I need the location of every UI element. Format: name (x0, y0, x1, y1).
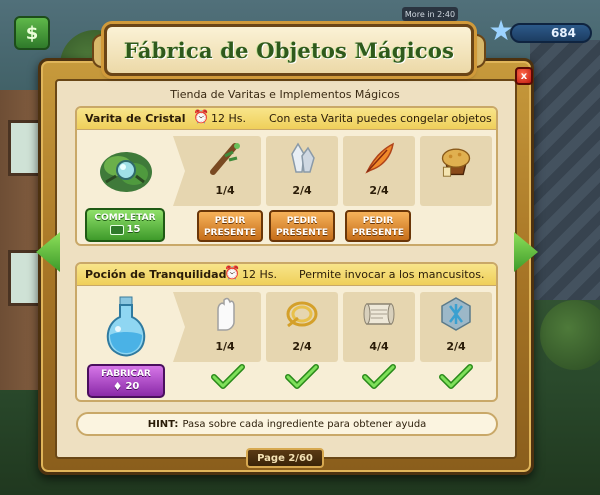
complete-cost: 15 (126, 224, 141, 235)
ingredient-count: 2/4 (292, 184, 312, 197)
recipe-result: FABRICAR ♦ 20 (81, 292, 171, 400)
request-label: PRESENTE (203, 228, 257, 238)
branch-icon (207, 140, 243, 176)
glove-icon (207, 296, 243, 332)
ingredient-slot[interactable]: 1/4 (189, 136, 261, 206)
request-label: PRESENTE (275, 228, 329, 238)
cash-icon (109, 224, 124, 235)
recipe-card-pocion: Poción de Tranquilidad ⏰ 12 Hs. Permite … (75, 262, 498, 402)
potion-icon (96, 296, 156, 357)
ingredient-count: 1/4 (215, 340, 235, 353)
check-icon (211, 364, 245, 390)
scroll-icon (361, 296, 397, 332)
close-button[interactable]: x (515, 67, 533, 85)
dialog-subtitle: Tienda de Varitas e Implementos Mágicos (170, 88, 400, 101)
recipe-header: Poción de Tranquilidad ⏰ 12 Hs. Permite … (77, 264, 496, 286)
request-label: PEDIR (362, 216, 394, 226)
clock-icon: ⏰ (224, 266, 241, 281)
ingredient-slot[interactable]: 2/4 (266, 292, 338, 362)
star-icon: ★ (488, 14, 514, 47)
craft-button[interactable]: FABRICAR ♦ 20 (87, 364, 165, 398)
ingredient-count: 2/4 (369, 184, 389, 197)
ingredient-slot[interactable] (420, 136, 492, 206)
hint-label: HINT: (147, 418, 179, 430)
feather-icon (361, 140, 397, 176)
ingredient-slot[interactable]: 2/4 (420, 292, 492, 362)
page-indicator: Page 2/60 (246, 448, 324, 468)
ingredient-slot[interactable]: 2/4 (343, 136, 415, 206)
title-banner: Fábrica de Objetos Mágicos (104, 24, 474, 76)
request-label: PRESENTE (351, 228, 405, 238)
gem-icon: ♦ (112, 380, 123, 393)
hint-bar: HINT: Pasa sobre cada ingrediente para o… (76, 412, 498, 436)
recipe-header: Varita de Cristal ⏰ 12 Hs. Con esta Vari… (77, 108, 496, 130)
gift-icon[interactable]: $ (14, 16, 50, 50)
complete-button[interactable]: COMPLETAR 15 (85, 208, 165, 242)
rope-icon (284, 296, 320, 332)
ingredient-slot[interactable]: 1/4 (189, 292, 261, 362)
crystal-icon (284, 140, 320, 176)
currency-counter: 684 (510, 23, 592, 43)
request-gift-button[interactable]: PEDIR PRESENTE (345, 210, 411, 242)
dialog-title: Fábrica de Objetos Mágicos (123, 37, 455, 63)
recipe-name: Poción de Tranquilidad (85, 268, 227, 281)
timer-label: More in 2:40 (402, 7, 458, 21)
request-label: PEDIR (214, 216, 246, 226)
recipe-time: 12 Hs. (211, 112, 246, 125)
recipe-name: Varita de Cristal (85, 112, 186, 125)
craft-cost: 20 (125, 381, 140, 392)
hint-text: Pasa sobre cada ingrediente para obtener… (182, 418, 427, 430)
check-icon (285, 364, 319, 390)
recipe-card-varita: Varita de Cristal ⏰ 12 Hs. Con esta Vari… (75, 106, 498, 246)
muffin-icon (438, 142, 474, 178)
ingredient-count: 2/4 (292, 340, 312, 353)
ingredient-count: 2/4 (446, 340, 466, 353)
recipe-description: Permite invocar a los mancusitos. (299, 268, 485, 281)
complete-label: COMPLETAR (94, 213, 156, 223)
request-gift-button[interactable]: PEDIR PRESENTE (197, 210, 263, 242)
request-label: PEDIR (286, 216, 318, 226)
rune-stone-icon (438, 296, 474, 332)
clock-icon: ⏰ (193, 110, 210, 125)
request-gift-button[interactable]: PEDIR PRESENTE (269, 210, 335, 242)
recipe-description: Con esta Varita puedes congelar objetos (269, 112, 492, 125)
ingredient-count: 4/4 (369, 340, 389, 353)
ingredient-count: 1/4 (215, 184, 235, 197)
craft-label: FABRICAR (101, 369, 151, 379)
ingredient-slot[interactable]: 2/4 (266, 136, 338, 206)
check-icon (439, 364, 473, 390)
crystal-wand-icon (96, 140, 156, 200)
recipe-result: COMPLETAR 15 (81, 136, 171, 244)
check-icon (362, 364, 396, 390)
roof (530, 40, 600, 300)
recipe-time: 12 Hs. (242, 268, 277, 281)
ingredient-slot[interactable]: 4/4 (343, 292, 415, 362)
